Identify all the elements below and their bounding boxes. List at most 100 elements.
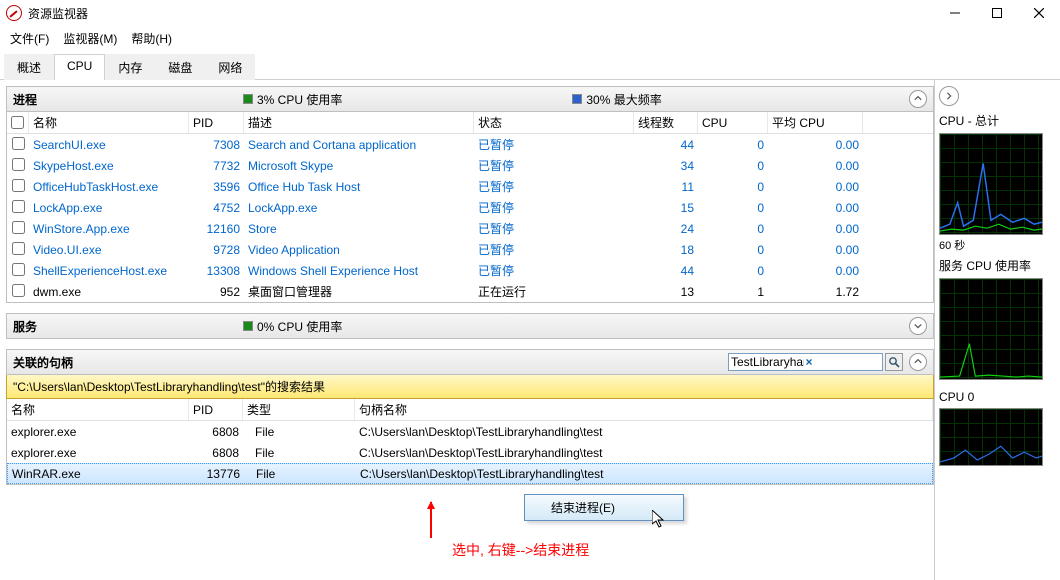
proc-status: 已暂停 — [474, 197, 634, 218]
proc-threads: 15 — [634, 199, 698, 217]
table-row[interactable]: Video.UI.exe9728Video Application已暂停1800… — [7, 239, 933, 260]
table-row[interactable]: SearchUI.exe7308Search and Cortana appli… — [7, 134, 933, 155]
proc-status: 已暂停 — [474, 260, 634, 281]
proc-desc: Office Hub Task Host — [244, 178, 474, 196]
table-row[interactable]: SkypeHost.exe7732Microsoft Skype已暂停3400.… — [7, 155, 933, 176]
proc-avg: 1.72 — [768, 283, 863, 301]
proc-cpu: 0 — [698, 262, 768, 280]
search-results-banner: "C:\Users\lan\Desktop\TestLibraryhandlin… — [6, 375, 934, 399]
processes-thead: 名称 PID 描述 状态 线程数 CPU 平均 CPU — [7, 112, 933, 134]
table-row[interactable]: WinRAR.exe13776FileC:\Users\lan\Desktop\… — [7, 463, 933, 484]
proc-threads: 44 — [634, 136, 698, 154]
menubar: 文件(F) 监视器(M) 帮助(H) — [0, 26, 1060, 51]
expand-services-button[interactable] — [909, 317, 927, 335]
col-status[interactable]: 状态 — [474, 112, 634, 133]
graphs-nav-button[interactable] — [939, 86, 959, 106]
table-row[interactable]: ShellExperienceHost.exe13308Windows Shel… — [7, 260, 933, 281]
col-cpu[interactable]: CPU — [698, 112, 768, 133]
proc-threads: 18 — [634, 241, 698, 259]
row-checkbox[interactable] — [12, 221, 25, 234]
handles-header[interactable]: 关联的句柄 TestLibraryhandling\test × — [6, 349, 934, 375]
row-checkbox[interactable] — [12, 263, 25, 276]
table-row[interactable]: OfficeHubTaskHost.exe3596Office Hub Task… — [7, 176, 933, 197]
hcol-handle[interactable]: 句柄名称 — [355, 399, 933, 420]
proc-name: WinStore.App.exe — [29, 220, 189, 238]
tab-memory[interactable]: 内存 — [105, 54, 155, 80]
tab-cpu[interactable]: CPU — [54, 54, 105, 80]
hcol-pid[interactable]: PID — [189, 399, 243, 420]
proc-desc: LockApp.exe — [244, 199, 474, 217]
col-avg[interactable]: 平均 CPU — [768, 112, 863, 133]
col-desc[interactable]: 描述 — [244, 112, 474, 133]
proc-cpu: 0 — [698, 157, 768, 175]
handle-proc: explorer.exe — [7, 444, 189, 462]
proc-status: 已暂停 — [474, 239, 634, 260]
left-pane: 进程 3% CPU 使用率 30% 最大频率 名称 PID 描述 状态 线程数 … — [0, 80, 934, 580]
handles-search-value: TestLibraryhandling\test — [731, 355, 804, 369]
handle-type: File — [244, 465, 356, 483]
row-checkbox[interactable] — [12, 200, 25, 213]
collapse-handles-button[interactable] — [909, 353, 927, 371]
proc-name: dwm.exe — [29, 283, 189, 301]
row-checkbox[interactable] — [12, 137, 25, 150]
handle-type: File — [243, 444, 355, 462]
clear-search-icon[interactable]: × — [806, 355, 879, 369]
tab-network[interactable]: 网络 — [205, 54, 255, 80]
hcol-name[interactable]: 名称 — [7, 399, 189, 420]
row-checkbox[interactable] — [12, 284, 25, 297]
graph1-sub: 60 秒 — [939, 237, 1060, 253]
handle-proc: WinRAR.exe — [8, 465, 190, 483]
menu-monitor[interactable]: 监视器(M) — [57, 28, 123, 49]
cpu-usage-label: 3% CPU 使用率 — [257, 91, 342, 108]
processes-header[interactable]: 进程 3% CPU 使用率 30% 最大频率 — [6, 86, 934, 112]
col-threads[interactable]: 线程数 — [634, 112, 698, 133]
titlebar: 资源监视器 — [0, 0, 1060, 26]
table-row[interactable]: explorer.exe6808FileC:\Users\lan\Desktop… — [7, 442, 933, 463]
handles-table: 名称 PID 类型 句柄名称 explorer.exe6808FileC:\Us… — [6, 399, 934, 485]
window-title: 资源监视器 — [28, 5, 934, 22]
services-header[interactable]: 服务 0% CPU 使用率 — [6, 313, 934, 339]
proc-pid: 3596 — [189, 178, 244, 196]
proc-threads: 11 — [634, 178, 698, 196]
maximize-button[interactable] — [976, 1, 1018, 25]
minimize-button[interactable] — [934, 1, 976, 25]
services-title: 服务 — [13, 318, 243, 335]
menu-file[interactable]: 文件(F) — [4, 28, 55, 49]
collapse-processes-button[interactable] — [909, 90, 927, 108]
search-button[interactable] — [885, 353, 903, 371]
proc-status: 已暂停 — [474, 155, 634, 176]
proc-status: 正在运行 — [474, 281, 634, 302]
proc-pid: 12160 — [189, 220, 244, 238]
handles-search-input[interactable]: TestLibraryhandling\test × — [728, 353, 883, 371]
hcol-type[interactable]: 类型 — [243, 399, 355, 420]
handle-type: File — [243, 423, 355, 441]
proc-avg: 0.00 — [768, 241, 863, 259]
close-button[interactable] — [1018, 1, 1060, 25]
col-pid[interactable]: PID — [189, 112, 244, 133]
proc-avg: 0.00 — [768, 220, 863, 238]
graph-cpu0 — [939, 408, 1043, 466]
menu-help[interactable]: 帮助(H) — [125, 28, 178, 49]
proc-name: Video.UI.exe — [29, 241, 189, 259]
row-checkbox[interactable] — [12, 179, 25, 192]
proc-cpu: 1 — [698, 283, 768, 301]
tab-overview[interactable]: 概述 — [4, 54, 54, 80]
handle-path: C:\Users\lan\Desktop\TestLibraryhandling… — [356, 465, 932, 483]
select-all-checkbox[interactable] — [11, 116, 24, 129]
proc-name: LockApp.exe — [29, 199, 189, 217]
tab-disk[interactable]: 磁盘 — [155, 54, 205, 80]
table-row[interactable]: dwm.exe952桌面窗口管理器正在运行1311.72 — [7, 281, 933, 302]
proc-threads: 44 — [634, 262, 698, 280]
handles-title: 关联的句柄 — [13, 354, 728, 371]
table-row[interactable]: LockApp.exe4752LockApp.exe已暂停1500.00 — [7, 197, 933, 218]
handle-pid: 6808 — [189, 423, 243, 441]
row-checkbox[interactable] — [12, 242, 25, 255]
proc-cpu: 0 — [698, 220, 768, 238]
row-checkbox[interactable] — [12, 158, 25, 171]
tabs: 概述 CPU 内存 磁盘 网络 — [0, 53, 1060, 80]
table-row[interactable]: WinStore.App.exe12160Store已暂停2400.00 — [7, 218, 933, 239]
col-name[interactable]: 名称 — [29, 112, 189, 133]
table-row[interactable]: explorer.exe6808FileC:\Users\lan\Desktop… — [7, 421, 933, 442]
graph3-title: CPU 0 — [939, 390, 1060, 404]
graph-service-cpu — [939, 278, 1043, 380]
